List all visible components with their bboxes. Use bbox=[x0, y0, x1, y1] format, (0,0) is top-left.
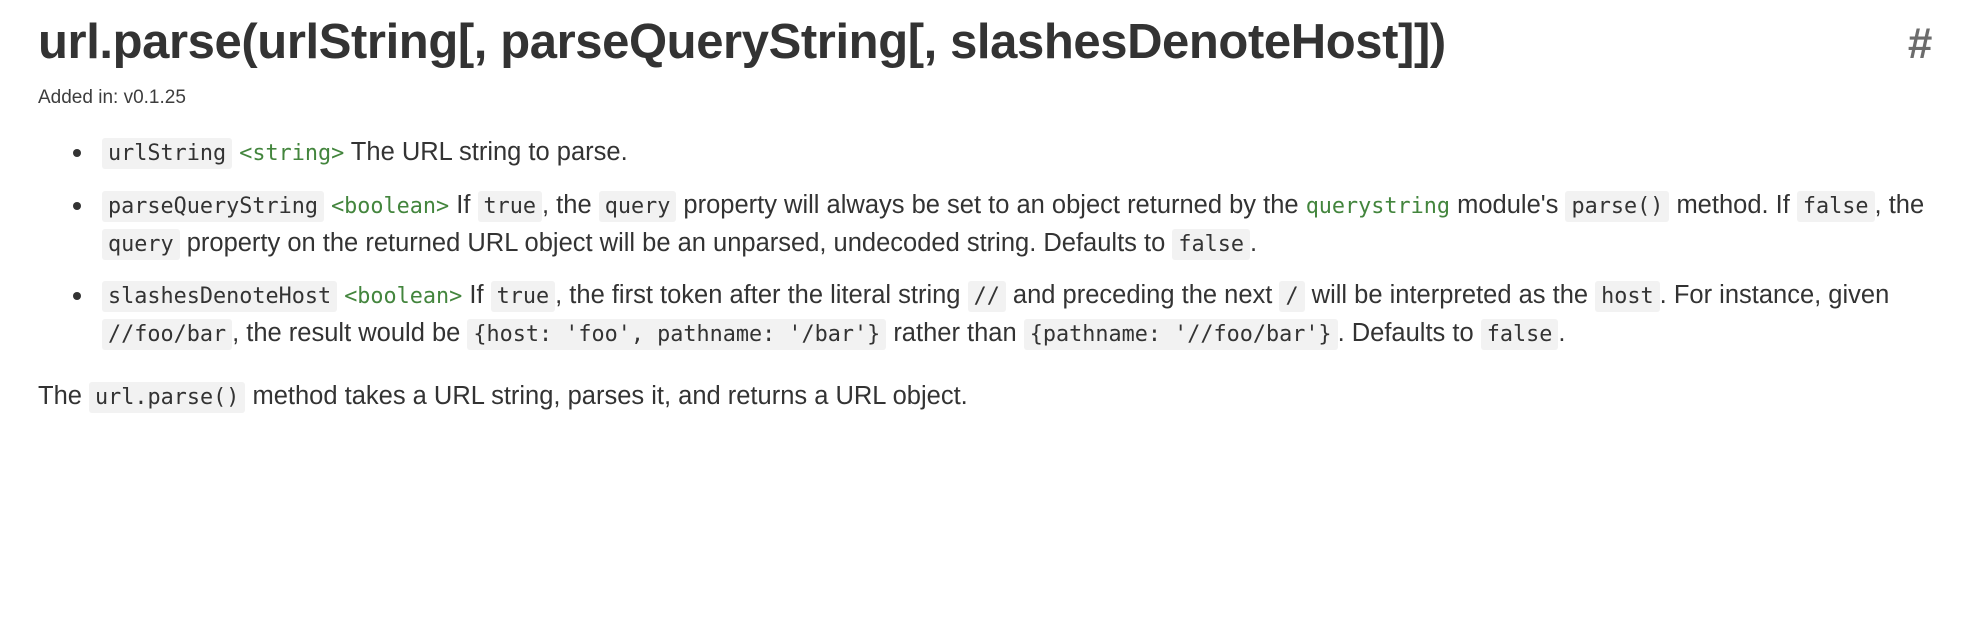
text-run: , the bbox=[1874, 190, 1925, 219]
inline-code: host bbox=[1595, 281, 1660, 313]
parameter-name: slashesDenoteHost bbox=[102, 281, 338, 313]
heading-anchor-link[interactable]: # bbox=[1908, 22, 1932, 66]
list-item: urlString <string> The URL string to par… bbox=[73, 133, 1932, 171]
text-run: , the bbox=[542, 190, 599, 219]
method-description: The url.parse() method takes a URL strin… bbox=[38, 377, 1932, 415]
text-run: and preceding the next bbox=[1005, 281, 1280, 310]
text-run: If bbox=[462, 281, 491, 310]
text-run: rather than bbox=[886, 319, 1024, 348]
text-run: module's bbox=[1450, 190, 1566, 219]
inline-code: false bbox=[1480, 319, 1559, 351]
added-in-version: Added in: v0.1.25 bbox=[38, 86, 186, 108]
inline-code: {host: 'foo', pathname: '/bar'} bbox=[467, 319, 887, 351]
module-link-querystring[interactable]: querystring bbox=[1306, 194, 1450, 219]
inline-code: query bbox=[598, 190, 677, 222]
parameter-type-link[interactable]: <boolean> bbox=[331, 194, 449, 219]
inline-code: true bbox=[477, 190, 543, 222]
parameter-list: urlString <string> The URL string to par… bbox=[38, 133, 1932, 352]
text-run: . For instance, given bbox=[1659, 281, 1890, 310]
page-title: url.parse(urlString[, parseQueryString[,… bbox=[38, 14, 1932, 72]
inline-code: // bbox=[967, 281, 1006, 313]
inline-code: parse() bbox=[1565, 190, 1670, 222]
inline-code: / bbox=[1279, 281, 1305, 313]
inline-code: false bbox=[1796, 190, 1875, 222]
inline-code: true bbox=[490, 281, 556, 313]
parameter-name: parseQueryString bbox=[102, 190, 324, 222]
documentation-page: url.parse(urlString[, parseQueryString[,… bbox=[0, 0, 1970, 415]
parameter-name: urlString bbox=[102, 138, 233, 170]
text-run: . bbox=[1558, 319, 1566, 348]
text-run: method. If bbox=[1669, 190, 1797, 219]
text-run: , the first token after the literal stri… bbox=[555, 281, 968, 310]
text-run: The bbox=[38, 381, 90, 410]
inline-code: false bbox=[1172, 228, 1250, 260]
text-run: method takes a URL string, parses it, an… bbox=[245, 381, 968, 410]
inline-code: {pathname: '//foo/bar'} bbox=[1023, 319, 1338, 351]
text-run: will be interpreted as the bbox=[1304, 281, 1596, 310]
list-item: parseQueryString <boolean> If true, the … bbox=[73, 186, 1932, 263]
inline-code: //foo/bar bbox=[102, 319, 233, 351]
text-run: , the result would be bbox=[232, 319, 468, 348]
api-signature-heading: url.parse(urlString[, parseQueryString[,… bbox=[38, 15, 1446, 69]
text-run: . bbox=[1249, 228, 1258, 257]
list-item: slashesDenoteHost <boolean> If true, the… bbox=[73, 276, 1932, 353]
inline-code: query bbox=[102, 228, 180, 260]
text-run: The URL string to parse. bbox=[344, 138, 628, 167]
inline-code: url.parse() bbox=[89, 381, 246, 413]
text-run: . Defaults to bbox=[1337, 319, 1481, 348]
parameter-type-link[interactable]: <string> bbox=[239, 141, 344, 166]
text-run: property will always be set to an object… bbox=[676, 190, 1306, 219]
parameter-type-link[interactable]: <boolean> bbox=[344, 284, 462, 309]
text-run: If bbox=[449, 190, 478, 219]
text-run: property on the returned URL object will… bbox=[179, 228, 1173, 257]
